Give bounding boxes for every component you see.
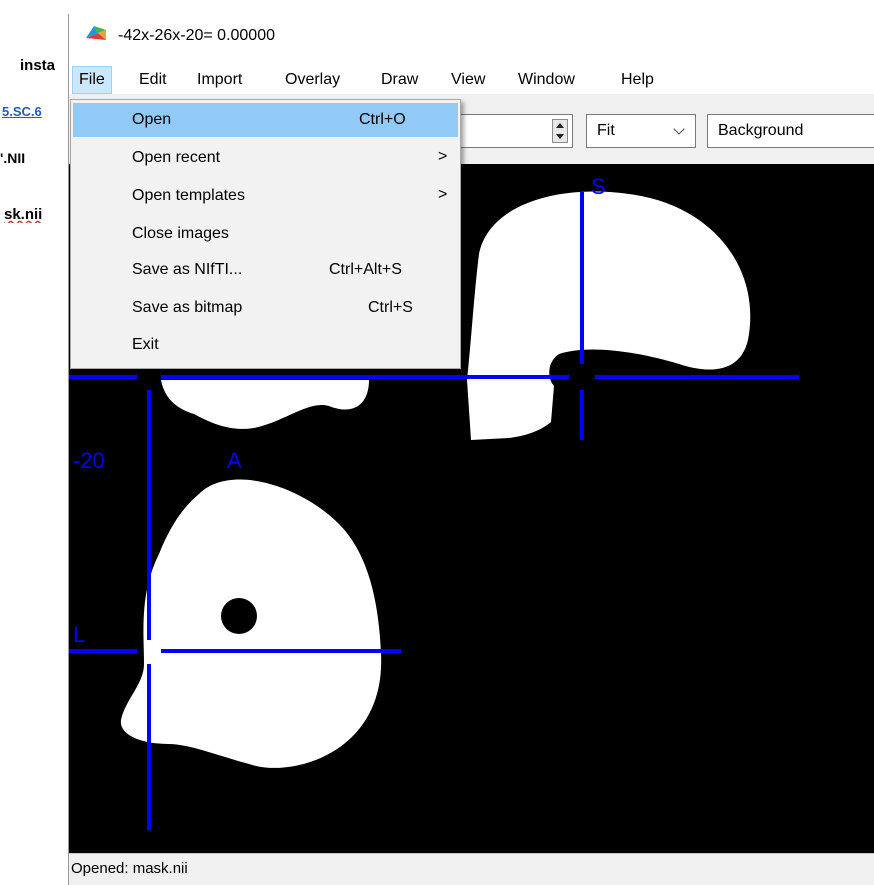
menu-item-save-nifti[interactable]: Save as NIfTI... Ctrl+Alt+S bbox=[73, 253, 458, 287]
menu-item-save-bitmap[interactable]: Save as bitmap Ctrl+S bbox=[73, 291, 458, 325]
background-link[interactable]: 5.SC.6 bbox=[2, 104, 72, 119]
submenu-arrow-icon: > bbox=[438, 186, 448, 203]
status-text: Opened: mask.nii bbox=[71, 860, 188, 877]
label-left: L bbox=[73, 622, 85, 647]
menu-item-shortcut: Ctrl+Alt+S bbox=[329, 261, 402, 278]
window-title: -42x-26x-20= 0.00000 bbox=[118, 27, 275, 44]
submenu-arrow-icon: > bbox=[438, 148, 448, 165]
menu-item-shortcut: Ctrl+O bbox=[359, 111, 406, 128]
menu-item-label: Save as bitmap bbox=[132, 299, 243, 316]
menu-edit[interactable]: Edit bbox=[133, 66, 173, 94]
menu-item-shortcut: Ctrl+S bbox=[368, 299, 413, 316]
spin-up-icon[interactable] bbox=[556, 123, 564, 128]
menu-item-label: Save as NIfTI... bbox=[132, 261, 243, 278]
menu-import[interactable]: Import bbox=[191, 66, 248, 94]
menu-view[interactable]: View bbox=[445, 66, 491, 94]
menu-overlay[interactable]: Overlay bbox=[279, 66, 346, 94]
layer-select-value: Background bbox=[718, 122, 804, 139]
background-text: '.NII bbox=[0, 150, 26, 166]
menu-item-open[interactable]: Open Ctrl+O bbox=[73, 103, 458, 137]
zoom-select[interactable]: Fit bbox=[586, 114, 696, 148]
background-document: insta 5.SC.6 '.NII sk.nii bbox=[0, 0, 70, 885]
chevron-down-icon bbox=[673, 123, 685, 135]
menu-bar: File Edit Import Overlay Draw View Windo… bbox=[69, 66, 874, 94]
slice-spinbox[interactable]: 0 bbox=[449, 114, 573, 148]
label-superior: S bbox=[591, 174, 606, 199]
menu-item-label: Close images bbox=[132, 225, 229, 242]
spin-buttons[interactable] bbox=[552, 119, 568, 143]
app-logo-icon bbox=[86, 26, 106, 40]
menu-item-open-recent[interactable]: Open recent > bbox=[73, 141, 458, 175]
menu-item-open-templates[interactable]: Open templates > bbox=[73, 179, 458, 213]
menu-item-label: Open templates bbox=[132, 187, 245, 204]
menu-item-label: Open bbox=[132, 111, 172, 128]
layer-select[interactable]: Background bbox=[707, 114, 874, 148]
menu-item-close-images[interactable]: Close images bbox=[73, 217, 458, 251]
file-menu-dropdown: Open Ctrl+O Open recent > Open templates… bbox=[70, 99, 461, 369]
title-bar[interactable]: -42x-26x-20= 0.00000 bbox=[69, 14, 874, 62]
menu-help[interactable]: Help bbox=[615, 66, 660, 94]
ventricle-hole bbox=[221, 598, 257, 634]
menu-window[interactable]: Window bbox=[512, 66, 581, 94]
menu-item-exit[interactable]: Exit bbox=[73, 328, 458, 362]
background-text: sk.nii bbox=[4, 206, 43, 223]
menu-draw[interactable]: Draw bbox=[375, 66, 424, 94]
status-bar: Opened: mask.nii bbox=[69, 853, 874, 885]
zoom-select-value: Fit bbox=[597, 122, 615, 139]
menu-item-label: Open recent bbox=[132, 149, 221, 166]
spin-down-icon[interactable] bbox=[556, 134, 564, 139]
label-anterior: A bbox=[227, 448, 242, 473]
menu-file[interactable]: File bbox=[72, 66, 112, 94]
label-slice-coordinate: -20 bbox=[73, 448, 105, 473]
menu-item-label: Exit bbox=[132, 336, 159, 353]
